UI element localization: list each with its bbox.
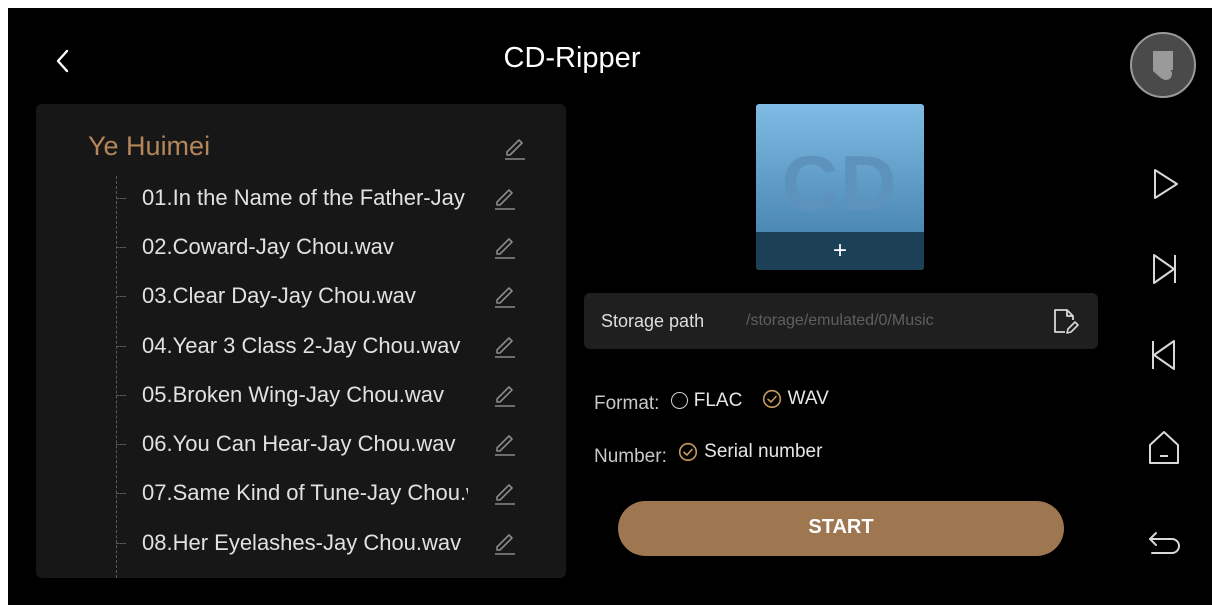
pencil-icon <box>495 189 515 210</box>
track-item[interactable]: 07.Same Kind of Tune-Jay Chou.wav <box>116 469 536 517</box>
pencil-icon <box>505 139 525 160</box>
track-name: 05.Broken Wing-Jay Chou.wav <box>142 382 445 407</box>
number-row: Number: Serial number <box>594 437 822 467</box>
format-option-flac[interactable]: FLAC <box>670 386 743 416</box>
next-button[interactable] <box>1144 249 1184 289</box>
previous-button[interactable] <box>1144 335 1184 375</box>
pencil-icon <box>495 534 515 555</box>
track-list-panel: Ye Huimei 01.In the Name of the Father-J… <box>36 104 566 578</box>
previous-icon <box>1152 340 1175 370</box>
track-item[interactable]: 03.Clear Day-Jay Chou.wav <box>116 272 536 320</box>
track-item[interactable]: 02.Coward-Jay Chou.wav <box>116 223 536 271</box>
number-option-label: Serial number <box>704 441 823 462</box>
add-cover-icon[interactable]: + <box>756 236 924 266</box>
pencil-icon <box>495 337 515 358</box>
page-title: CD-Ripper <box>503 42 641 74</box>
play-button[interactable] <box>1144 164 1184 204</box>
track-name: 01.In the Name of the Father-Jay Chou.wa… <box>142 185 468 210</box>
album-title: Ye Huimei <box>88 131 211 161</box>
storage-path-row[interactable]: Storage path /storage/emulated/0/Music <box>584 293 1098 349</box>
track-name: 04.Year 3 Class 2-Jay Chou.wav <box>142 333 461 358</box>
pencil-icon <box>495 287 515 308</box>
album-row: Ye Huimei <box>88 126 528 166</box>
track-edit-button[interactable] <box>492 184 518 210</box>
track-edit-button[interactable] <box>492 381 518 407</box>
format-label: Format: <box>594 393 660 414</box>
track-edit-button[interactable] <box>492 479 518 505</box>
cd-cover-text: CD <box>781 139 899 227</box>
format-option-label: WAV <box>787 388 829 409</box>
format-option-label: FLAC <box>693 389 743 411</box>
check-circle-icon <box>762 389 781 409</box>
pencil-icon <box>495 484 515 505</box>
track-item[interactable]: 05.Broken Wing-Jay Chou.wav <box>116 371 536 419</box>
start-button[interactable]: START <box>618 501 1064 556</box>
track-item[interactable]: 06.You Can Hear-Jay Chou.wav <box>116 420 536 468</box>
number-label: Number: <box>594 446 667 467</box>
track-item[interactable]: 01.In the Name of the Father-Jay Chou.wa… <box>116 174 536 222</box>
pencil-icon <box>495 435 515 456</box>
back-icon <box>1149 532 1180 554</box>
system-nav-bar <box>1128 30 1208 590</box>
track-name: 06.You Can Hear-Jay Chou.wav <box>142 431 456 456</box>
number-option-serial[interactable]: Serial number <box>678 437 822 467</box>
change-path-button[interactable] <box>1049 306 1079 336</box>
radio-unchecked-icon <box>670 392 688 409</box>
track-name: 08.Her Eyelashes-Jay Chou.wav <box>142 530 462 555</box>
format-row: Format: FLAC WAV <box>594 384 829 414</box>
cd-cover[interactable]: CD + <box>756 104 924 270</box>
track-name: 07.Same Kind of Tune-Jay Chou.wav <box>142 480 468 505</box>
app-screen: CD-Ripper Ye Huimei 01.In the Name of th… <box>8 8 1212 605</box>
track-edit-button[interactable] <box>492 332 518 358</box>
music-app-icon <box>1153 51 1173 80</box>
home-button[interactable] <box>1144 427 1184 467</box>
check-circle-icon <box>679 442 698 462</box>
storage-label: Storage path <box>601 311 705 331</box>
track-item[interactable]: 08.Her Eyelashes-Jay Chou.wav <box>116 519 536 567</box>
track-name: 02.Coward-Jay Chou.wav <box>142 234 394 259</box>
track-edit-button[interactable] <box>492 282 518 308</box>
home-icon <box>1149 431 1179 464</box>
music-app-button[interactable] <box>1130 32 1196 98</box>
track-edit-button[interactable] <box>492 529 518 555</box>
play-icon <box>1154 169 1178 199</box>
track-name: 03.Clear Day-Jay Chou.wav <box>142 283 416 308</box>
back-nav-button[interactable] <box>1144 522 1184 562</box>
album-edit-button[interactable] <box>502 134 528 160</box>
format-option-wav[interactable]: WAV <box>762 384 829 414</box>
pencil-icon <box>495 386 515 407</box>
track-edit-button[interactable] <box>492 233 518 259</box>
next-icon <box>1153 254 1176 284</box>
track-item[interactable]: 04.Year 3 Class 2-Jay Chou.wav <box>116 322 536 370</box>
pencil-icon <box>495 238 515 259</box>
storage-path-value: /storage/emulated/0/Music <box>746 312 934 329</box>
track-edit-button[interactable] <box>492 430 518 456</box>
edit-file-icon <box>1054 309 1079 334</box>
